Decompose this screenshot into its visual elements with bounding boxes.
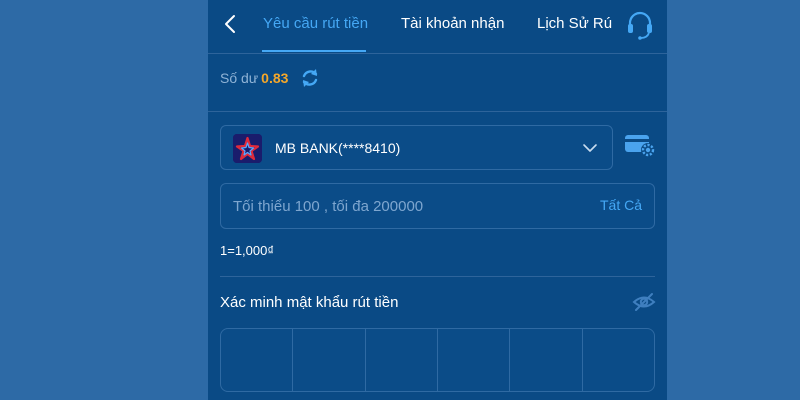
pin-digit-cell[interactable] bbox=[221, 329, 294, 391]
tab-withdraw-request[interactable]: Yêu cầu rút tiền bbox=[263, 15, 368, 32]
tab-withdraw-history[interactable]: Lịch Sử Rú bbox=[537, 15, 612, 32]
bank-select[interactable]: MB BANK(****8410) bbox=[220, 125, 613, 170]
headset-icon bbox=[628, 11, 652, 40]
withdraw-panel: Yêu cầu rút tiền Tài khoản nhận Lịch Sử … bbox=[208, 0, 667, 400]
top-nav: Yêu cầu rút tiền Tài khoản nhận Lịch Sử … bbox=[208, 0, 667, 54]
balance-value: 0.83 bbox=[261, 70, 289, 86]
toggle-visibility-button[interactable] bbox=[632, 292, 656, 312]
balance-row: Số dư 0.83 bbox=[220, 64, 321, 92]
pin-digit-cell[interactable] bbox=[438, 329, 511, 391]
eye-off-icon bbox=[632, 293, 656, 311]
tab-receiving-account[interactable]: Tài khoản nhận bbox=[401, 15, 504, 32]
pin-digit-cell[interactable] bbox=[366, 329, 438, 391]
password-label: Xác minh mật khẩu rút tiền bbox=[220, 294, 399, 311]
mb-bank-logo bbox=[233, 134, 262, 163]
card-settings-icon bbox=[625, 135, 655, 157]
mb-bank-star-logo bbox=[233, 134, 262, 163]
amount-input[interactable] bbox=[233, 184, 573, 228]
support-button[interactable] bbox=[625, 10, 655, 40]
withdraw-all-button[interactable]: Tất Cả bbox=[600, 197, 642, 213]
refresh-button[interactable] bbox=[299, 67, 321, 89]
amount-field: Tất Cả bbox=[220, 183, 655, 229]
chevron-down-icon bbox=[583, 144, 597, 152]
pin-digit-cell[interactable] bbox=[510, 329, 583, 391]
card-settings-button[interactable] bbox=[624, 133, 656, 159]
back-button[interactable] bbox=[220, 12, 242, 36]
active-tab-indicator bbox=[262, 50, 366, 52]
password-pin-input bbox=[220, 328, 655, 392]
pin-digit-cell[interactable] bbox=[583, 329, 654, 391]
pin-digit-cell[interactable] bbox=[293, 329, 366, 391]
divider bbox=[208, 111, 667, 112]
chevron-left-icon bbox=[225, 15, 235, 33]
divider bbox=[220, 276, 655, 277]
bank-account-name: MB BANK(****8410) bbox=[275, 140, 401, 156]
exchange-rate: 1=1,000₫ bbox=[220, 243, 275, 258]
balance-label: Số dư bbox=[220, 70, 259, 86]
refresh-icon bbox=[303, 69, 318, 87]
